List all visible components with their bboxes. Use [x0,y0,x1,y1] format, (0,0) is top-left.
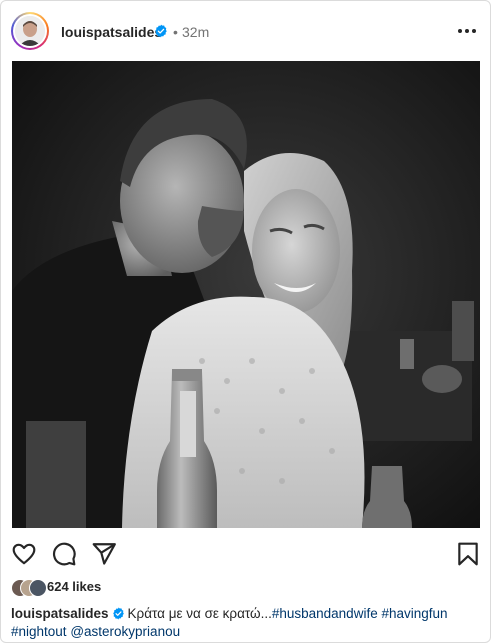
post-card: louispatsalides • 32m 624 likes louispat… [0,0,491,643]
bookmark-icon[interactable] [455,541,481,567]
post-username[interactable]: louispatsalides [61,24,162,40]
post-photo[interactable] [12,61,480,528]
paper-plane-icon[interactable] [91,541,117,567]
avatar-image [15,16,45,46]
verified-badge-icon [112,607,124,620]
hashtag[interactable]: #nightout [11,624,67,639]
hashtag[interactable]: #havingfun [381,606,447,621]
mention[interactable]: @asterokyprianou [70,624,180,639]
caption-username[interactable]: louispatsalides [11,606,109,621]
more-horizontal-icon[interactable] [455,21,479,41]
photo-image [12,61,480,528]
post-header: louispatsalides • 32m [1,1,490,61]
verified-badge-icon [155,24,167,38]
comment-icon[interactable] [51,541,77,567]
likes-count[interactable]: 624 likes [47,579,101,594]
time-separator: • [173,24,178,40]
post-caption: louispatsalides Κράτα με να σε κρατώ...#h… [11,605,481,641]
post-time[interactable]: 32m [182,24,209,40]
caption-text: Κράτα με να σε κρατώ... [127,606,272,621]
action-bar [1,536,490,576]
hashtag[interactable]: #husbandandwife [272,606,378,621]
liker-avatar [29,579,47,597]
avatar [15,16,45,46]
heart-outline-icon[interactable] [11,541,37,567]
story-ring[interactable] [11,12,49,50]
